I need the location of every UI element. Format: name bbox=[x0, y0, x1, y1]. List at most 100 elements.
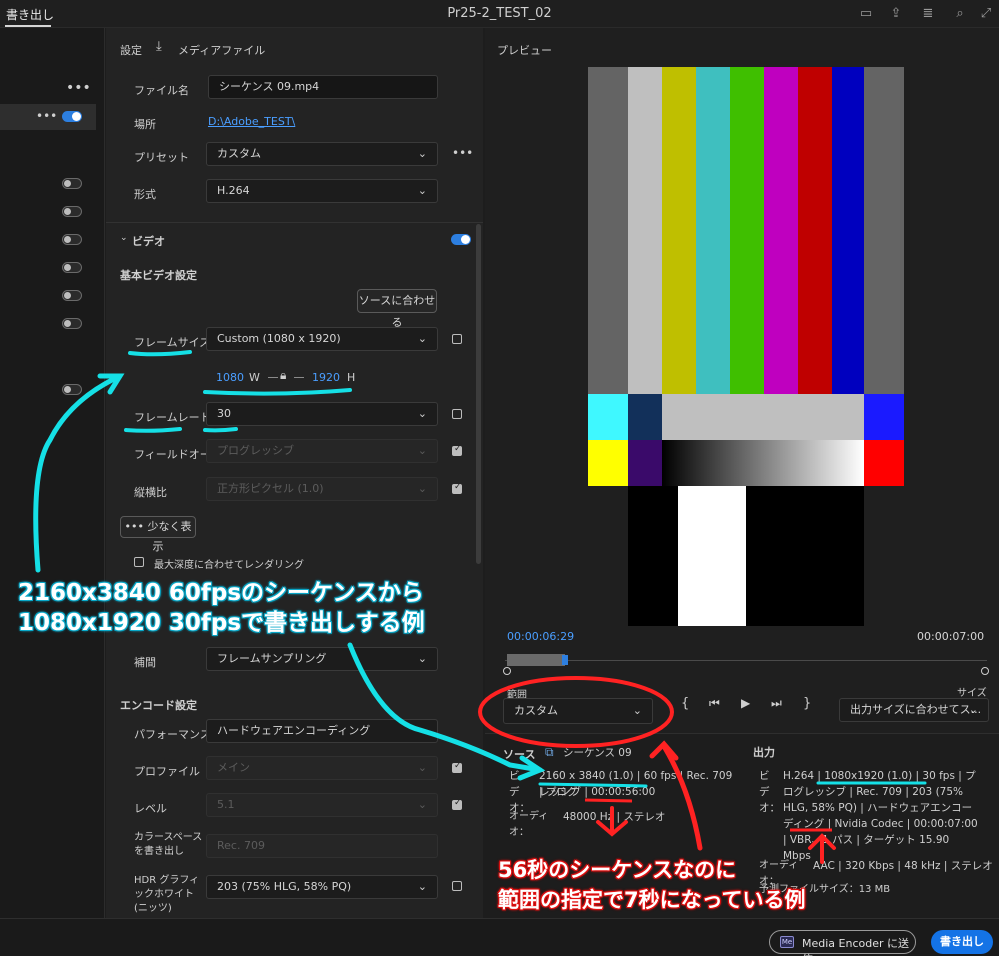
level-value: 5.1 bbox=[217, 798, 235, 811]
destination-toggle[interactable] bbox=[62, 111, 82, 122]
video-toggle[interactable] bbox=[451, 234, 471, 245]
profile-value: メイン bbox=[217, 761, 250, 774]
height-value[interactable]: 1920 bbox=[312, 371, 340, 384]
level-label: レベル bbox=[134, 802, 167, 815]
download-icon: ⤓ bbox=[156, 39, 162, 54]
destination-toggle[interactable] bbox=[62, 290, 82, 301]
perf-value: ハードウェアエンコーディング bbox=[217, 724, 371, 737]
mark-in-icon[interactable]: { bbox=[681, 696, 689, 711]
mark-out-icon[interactable]: } bbox=[803, 696, 811, 711]
item-more-icon[interactable]: ••• bbox=[36, 109, 57, 123]
destination-toggle[interactable] bbox=[62, 178, 82, 189]
color-bar bbox=[628, 67, 662, 394]
step-back-icon[interactable]: ⏮ bbox=[709, 696, 720, 711]
current-time[interactable]: 00:00:06:29 bbox=[507, 630, 574, 643]
aspect-value: 正方形ピクセル (1.0) bbox=[217, 482, 324, 495]
hdr-checkbox[interactable] bbox=[452, 881, 462, 891]
field-order-checkbox[interactable] bbox=[452, 444, 462, 456]
divider bbox=[106, 222, 483, 223]
end-time: 00:00:07:00 bbox=[917, 630, 985, 643]
profile-select[interactable]: メイン ⌄ bbox=[206, 756, 438, 780]
media-file-label: メディアファイル bbox=[178, 44, 266, 57]
link-line bbox=[294, 377, 304, 378]
color-bar bbox=[798, 67, 832, 394]
cyan-annotation-line1: 2160x3840 60fpsのシーケンスから bbox=[18, 580, 424, 606]
export-button[interactable]: 書き出し bbox=[931, 930, 993, 954]
destination-toggle[interactable] bbox=[62, 318, 82, 329]
expand-icon[interactable]: ⤢ bbox=[978, 6, 994, 22]
preview-title: プレビュー bbox=[497, 44, 552, 57]
lock-icon[interactable]: 🔒︎ bbox=[280, 368, 286, 383]
perf-select[interactable]: ハードウェアエンコーディング bbox=[206, 719, 438, 743]
output-video-prefix: ビデオ： bbox=[759, 770, 780, 814]
chevron-down-icon: ⌄ bbox=[417, 147, 427, 160]
send-to-media-encoder-button[interactable]: Me Media Encoder に送信 bbox=[769, 930, 916, 956]
max-depth-checkbox[interactable] bbox=[134, 557, 144, 567]
destination-toggle[interactable] bbox=[62, 262, 82, 273]
frame-size-value: Custom (1080 x 1920) bbox=[217, 332, 341, 345]
perf-label: パフォーマンス bbox=[134, 728, 211, 741]
range-select[interactable]: カスタム ⌄ bbox=[503, 698, 653, 724]
hdr-select[interactable]: 203 (75% HLG, 58% PQ) ⌄ bbox=[206, 875, 438, 899]
preview-panel: プレビュー 00:00:06:29 00:00:07:00 範囲 カスタム ⌄ {… bbox=[485, 28, 999, 733]
basic-video-title: 基本ビデオ設定 bbox=[120, 269, 197, 282]
destination-toggle[interactable] bbox=[62, 384, 82, 395]
preset-label: プリセット bbox=[134, 151, 189, 164]
filename-label: ファイル名 bbox=[134, 84, 189, 97]
interp-select[interactable]: フレームサンプリング ⌄ bbox=[206, 647, 438, 671]
in-point-handle[interactable] bbox=[503, 667, 511, 675]
chevron-down-icon: ⌄ bbox=[417, 332, 427, 345]
search-icon[interactable]: ⌕ bbox=[952, 6, 968, 22]
preset-select[interactable]: カスタム ⌄ bbox=[206, 142, 438, 166]
size-value: 出力サイズに合わせてス... bbox=[850, 703, 982, 716]
location-link[interactable]: D:\Adobe_TEST\ bbox=[208, 115, 295, 128]
destination-toggle[interactable] bbox=[62, 234, 82, 245]
frame-rate-checkbox[interactable] bbox=[452, 409, 462, 419]
aspect-select[interactable]: 正方形ピクセル (1.0) ⌄ bbox=[206, 477, 438, 501]
colorspace-select[interactable]: Rec. 709 bbox=[206, 834, 438, 858]
level-checkbox[interactable] bbox=[452, 798, 462, 810]
destination-toggle[interactable] bbox=[62, 206, 82, 217]
preset-more-icon[interactable]: ••• bbox=[452, 146, 473, 160]
level-select[interactable]: 5.1 ⌄ bbox=[206, 793, 438, 817]
video-section-title: ビデオ bbox=[132, 235, 165, 248]
profile-label: プロファイル bbox=[134, 765, 200, 778]
width-value[interactable]: 1080 bbox=[216, 371, 244, 384]
profile-checkbox[interactable] bbox=[452, 761, 462, 773]
field-order-value: プログレッシブ bbox=[217, 444, 294, 457]
chevron-down-icon: ⌄ bbox=[417, 407, 427, 420]
range-region[interactable] bbox=[507, 654, 565, 666]
frame-rate-select[interactable]: 30 ⌄ bbox=[206, 402, 438, 426]
step-forward-icon[interactable]: ⏭ bbox=[771, 696, 782, 711]
panel-layout-icon[interactable]: ▭ bbox=[858, 6, 874, 22]
chevron-down-icon: ⌄ bbox=[417, 652, 427, 665]
red-annotation-line2: 範囲の指定で7秒になっている例 bbox=[498, 888, 806, 912]
share-icon[interactable]: ⇪ bbox=[888, 6, 904, 22]
show-less-button[interactable]: ••• 少なく表示 bbox=[120, 516, 196, 553]
filename-input[interactable]: シーケンス 09.mp4 bbox=[208, 75, 438, 99]
interp-label: 補間 bbox=[134, 656, 156, 669]
out-point-handle[interactable] bbox=[981, 667, 989, 675]
link-line bbox=[268, 377, 278, 378]
width-label: W bbox=[249, 371, 260, 384]
playhead[interactable] bbox=[562, 655, 568, 665]
field-order-select[interactable]: プログレッシブ ⌄ bbox=[206, 439, 438, 463]
color-bar bbox=[588, 486, 628, 626]
more-icon[interactable]: ••• bbox=[66, 80, 91, 96]
list-icon[interactable]: ≣ bbox=[920, 6, 936, 22]
format-label: 形式 bbox=[134, 188, 156, 201]
color-bar bbox=[662, 67, 696, 394]
timeline[interactable] bbox=[503, 652, 989, 675]
hdr-value: 203 (75% HLG, 58% PQ) bbox=[217, 880, 352, 893]
chevron-down-icon[interactable]: ⌄ bbox=[120, 233, 128, 243]
match-source-button[interactable]: ソースに合わせる bbox=[357, 289, 437, 329]
scrollbar[interactable] bbox=[476, 224, 481, 564]
frame-size-select[interactable]: Custom (1080 x 1920) ⌄ bbox=[206, 327, 438, 351]
chevron-down-icon: ⌄ bbox=[417, 482, 427, 495]
size-select[interactable]: 出力サイズに合わせてス... ⌄ bbox=[839, 698, 989, 722]
send-me-label: Media Encoder に送信 bbox=[802, 937, 910, 956]
aspect-checkbox[interactable] bbox=[452, 482, 462, 494]
frame-size-checkbox[interactable] bbox=[452, 334, 462, 344]
format-select[interactable]: H.264 ⌄ bbox=[206, 179, 438, 203]
play-icon[interactable]: ▶ bbox=[741, 696, 750, 710]
